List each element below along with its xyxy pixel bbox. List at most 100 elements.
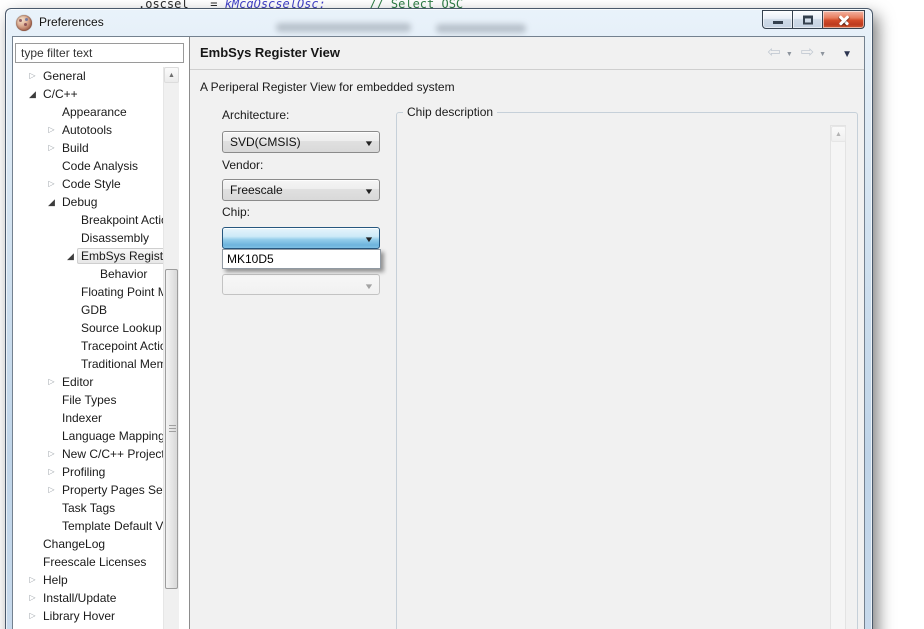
tree-item-autotools[interactable]: ▷ Autotools [13,121,163,139]
tree-item-disassembly[interactable]: Disassembly [13,229,163,247]
preferences-tree: ▷ General ◢ C/C++ Appearance ▷ Autotools ▷ Build… [13,67,163,629]
page-description: A Periperal Register View for embedded s… [200,80,455,94]
tree-item-label: Template Default Va [62,519,163,533]
tree-collapsed-icon[interactable]: ▷ [45,373,58,391]
view-menu-icon[interactable]: ▼ [842,49,852,60]
tree-item-gdb[interactable]: GDB [13,301,163,319]
tree-item-library-hover[interactable]: ▷ Library Hover [13,607,163,625]
tree-item-language-mappings[interactable]: Language Mappings [13,427,163,445]
tree-item-code-style[interactable]: ▷ Code Style [13,175,163,193]
tree-item-label: Autotools [62,123,113,137]
tree-item-behavior[interactable]: Behavior [13,265,163,283]
tree-item-help[interactable]: ▷ Help [13,571,163,589]
tree-collapsed-icon[interactable]: ▷ [45,481,58,499]
scrollbar-grip-icon [169,425,176,433]
tree-item-label: Source Lookup P [81,321,163,335]
back-arrow-icon[interactable]: ⇦ [767,45,780,61]
tree-item-property-pages-setti[interactable]: ▷ Property Pages Setti [13,481,163,499]
minimize-button[interactable] [762,10,793,29]
tree-item-label: Disassembly [81,231,150,245]
tree-item-profiling[interactable]: ▷ Profiling [13,463,163,481]
tree-item-label: C/C++ [43,87,78,101]
tree-item-build[interactable]: ▷ Build [13,139,163,157]
tree-expanded-icon[interactable]: ◢ [26,85,39,103]
tree-item-label: Language Mappings [62,429,163,443]
chevron-down-icon: ▼ [363,235,375,244]
tree-item-indexer[interactable]: Indexer [13,409,163,427]
tree-collapsed-icon[interactable]: ▷ [45,445,58,463]
close-button[interactable] [822,10,865,29]
forward-arrow-icon[interactable]: ⇨ [801,45,814,61]
tree-item-label: Behavior [100,267,148,281]
scroll-up-button[interactable]: ▲ [831,126,846,142]
sidebar-panel: ▷ General ◢ C/C++ Appearance ▷ Autotools ▷ Build… [13,37,189,629]
tree-collapsed-icon[interactable]: ▷ [26,67,39,85]
tree-item-label: Profiling [62,465,106,479]
tree-item-install-update[interactable]: ▷ Install/Update [13,589,163,607]
tree-collapsed-icon[interactable]: ▷ [26,571,39,589]
caption-buttons [762,10,865,29]
architecture-combo[interactable]: SVD(CMSIS) ▼ [222,131,380,153]
tree-item-label: General [43,69,86,83]
back-history-caret-icon[interactable]: ▼ [786,51,793,58]
tree-item-embsys-register[interactable]: ◢EmbSys Register [13,247,163,265]
tree-scrollbar-thumb[interactable] [165,269,178,589]
chip-option-mk10d5[interactable]: MK10D5 [223,250,380,268]
architecture-value: SVD(CMSIS) [230,135,301,149]
tree-item-file-types[interactable]: File Types [13,391,163,409]
tree-item-label: Code Style [62,177,121,191]
tree-item-breakpoint-actio[interactable]: Breakpoint Actio [13,211,163,229]
tree-item-label: Freescale Licenses [43,555,147,569]
vendor-combo[interactable]: Freescale ▼ [222,179,380,201]
tree-collapsed-icon[interactable]: ▷ [45,463,58,481]
filter-input[interactable] [15,43,184,63]
tree-item-label: Traditional Mem [81,357,163,371]
tree-item-floating-point-m[interactable]: Floating Point M [13,283,163,301]
secondary-combo[interactable]: ▼ [222,274,380,295]
tree-collapsed-icon[interactable]: ▷ [26,607,39,625]
titlebar[interactable]: Preferences [6,9,872,36]
tree-item-freescale-licenses[interactable]: Freescale Licenses [13,553,163,571]
tree-item-label: Indexer [62,411,103,425]
tree-item-general[interactable]: ▷ General [13,67,163,85]
tree-item-new-c-c-project[interactable]: ▷ New C/C++ Project [13,445,163,463]
tree-item-task-tags[interactable]: Task Tags [13,499,163,517]
tree-item-source-lookup-p[interactable]: Source Lookup P [13,319,163,337]
tree-collapsed-icon[interactable]: ▷ [45,139,58,157]
chip-combo[interactable]: ▼ [222,227,380,249]
tree-item-tracepoint-actio[interactable]: Tracepoint Actio [13,337,163,355]
preferences-window: Preferences ▷ General ◢ C/C++ Appearance ▷ Aut… [5,8,873,629]
chip-label: Chip: [222,205,251,219]
tree-item-template-default-va[interactable]: Template Default Va [13,517,163,535]
page-header: EmbSys Register View ⇦ ▼ ⇨ ▼ ▼ [190,37,864,70]
tree-item-c-c[interactable]: ◢ C/C++ [13,85,163,103]
tree-item-debug[interactable]: ◢ Debug [13,193,163,211]
tree-collapsed-icon[interactable]: ▷ [45,175,58,193]
scroll-up-button[interactable]: ▲ [164,67,179,83]
vendor-label: Vendor: [222,158,264,172]
tree-item-changelog[interactable]: ChangeLog [13,535,163,553]
aero-blur-smudge [276,23,411,32]
tree-item-label: Task Tags [62,501,116,515]
tree-item-traditional-mem[interactable]: Traditional Mem [13,355,163,373]
tree-item-code-analysis[interactable]: Code Analysis [13,157,163,175]
chip-description-title: Chip description [403,105,498,119]
minimize-icon [772,21,783,24]
forward-history-caret-icon[interactable]: ▼ [819,51,826,58]
tree-expanded-icon[interactable]: ◢ [64,247,77,265]
tree-item-label: Tracepoint Actio [81,339,163,353]
maximize-icon [802,15,813,24]
tree-item-label: Floating Point M [81,285,163,299]
tree-expanded-icon[interactable]: ◢ [45,193,58,211]
chip-description-scrollbar[interactable]: ▲ [830,125,846,629]
tree-collapsed-icon[interactable]: ▷ [45,121,58,139]
tree-item-appearance[interactable]: Appearance [13,103,163,121]
tree-scrollbar[interactable]: ▲ [163,67,179,629]
tree-item-editor[interactable]: ▷ Editor [13,373,163,391]
maximize-button[interactable] [792,10,823,29]
tree-collapsed-icon[interactable]: ▷ [26,589,39,607]
tree-item-label: Property Pages Setti [62,483,163,497]
tree-item-label: Build [62,141,89,155]
tree-item-label: Code Analysis [62,159,139,173]
tree-item-label: Breakpoint Actio [81,213,163,227]
